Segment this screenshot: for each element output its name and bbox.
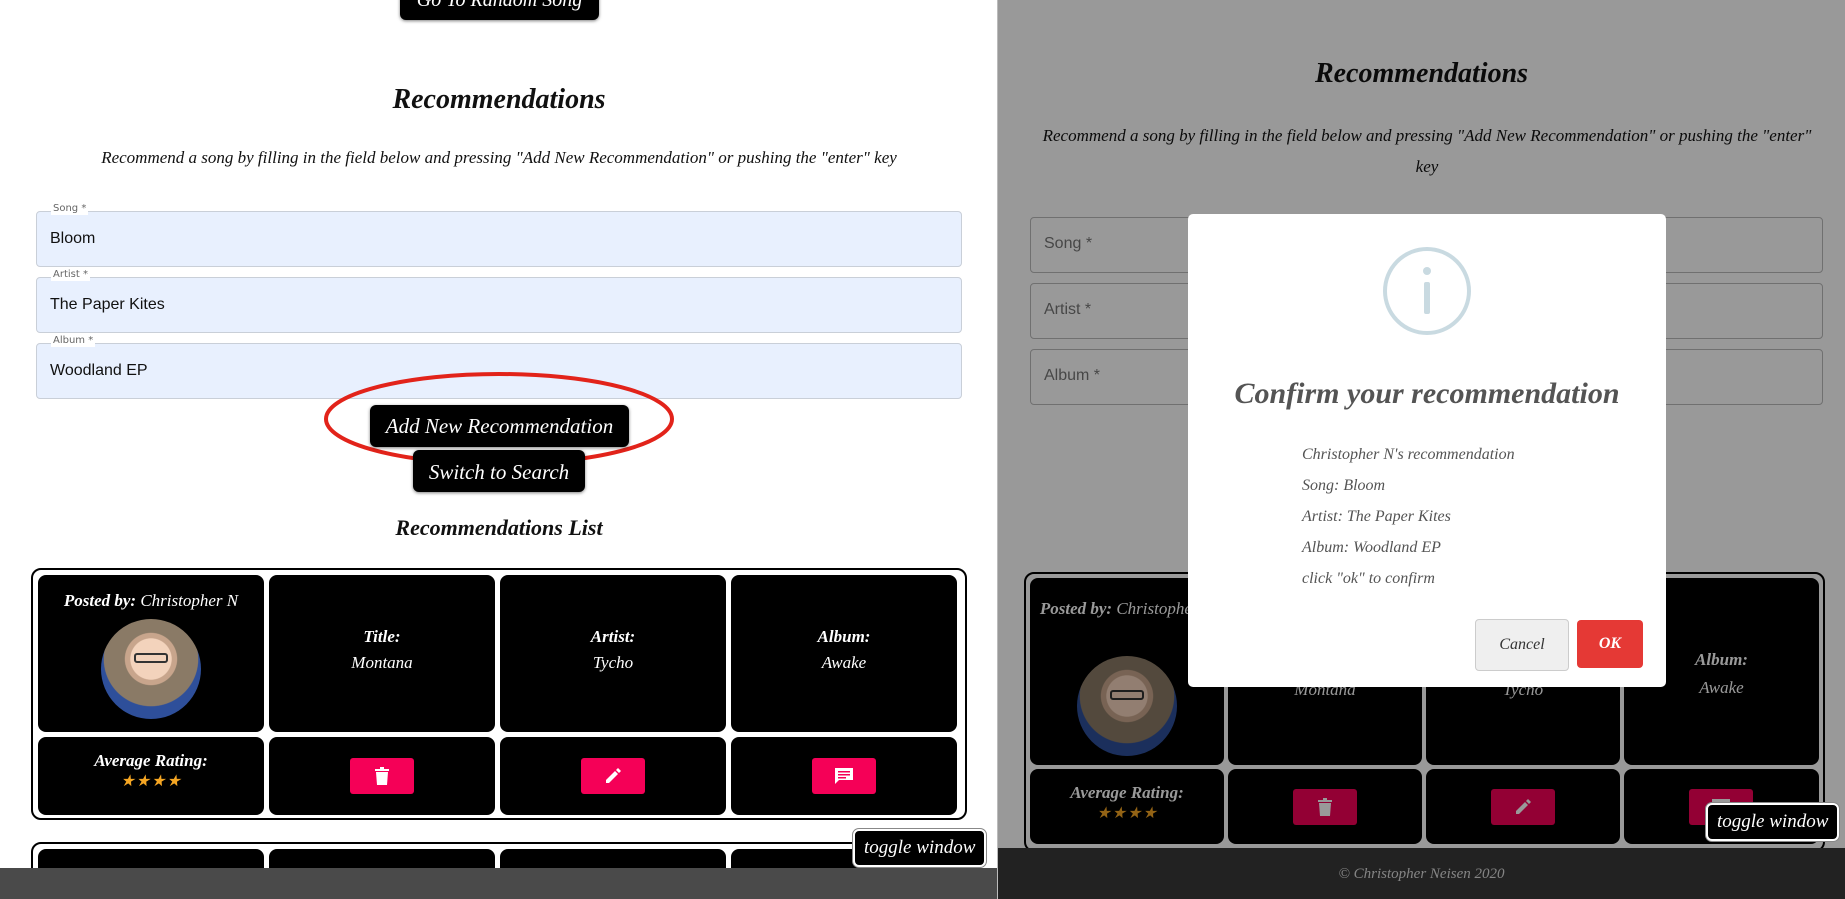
recommendation-card: Posted by: Christopher N Title: Montana … [31, 568, 967, 820]
rating-cell: Average Rating: ★★★★ [38, 737, 264, 815]
comment-icon [835, 768, 853, 784]
footer [0, 868, 997, 899]
artist-field[interactable]: Artist * The Paper Kites [36, 269, 962, 333]
rating-stars: ★★★★ [120, 773, 182, 790]
dialog-line-user: Christopher N's recommendation [1302, 446, 1515, 463]
dialog-body: Christopher N's recommendation Song: Blo… [1302, 439, 1515, 594]
song-field-label: Song * [51, 203, 89, 215]
trash-icon [375, 767, 389, 785]
artist-value: Tycho [592, 653, 634, 672]
avatar [101, 619, 201, 719]
album-cell: Album: Awake [731, 575, 957, 732]
comment-cell [731, 737, 957, 815]
edit-cell [500, 737, 726, 815]
left-window: Go To Random Song Recommendations Recomm… [0, 0, 998, 899]
list-title: Recommendations List [395, 515, 603, 540]
cancel-button[interactable]: Cancel [1475, 619, 1569, 671]
dialog-line-confirm: click "ok" to confirm [1302, 570, 1435, 587]
posted-by-cell: Posted by: Christopher N [38, 575, 264, 732]
song-field-value: Bloom [50, 230, 96, 247]
page-title: Recommendations [392, 84, 606, 115]
delete-cell [269, 737, 495, 815]
add-recommendation-button[interactable]: Add New Recommendation [370, 405, 629, 447]
title-value: Montana [351, 653, 413, 672]
posted-by-name: Christopher N [140, 591, 239, 610]
pencil-icon [606, 768, 621, 783]
artist-field-label: Artist * [51, 269, 90, 281]
posted-by-label: Posted by: [63, 591, 137, 610]
song-field[interactable]: Song * Bloom [36, 203, 962, 267]
right-window: Recommendations Recommend a song by fill… [998, 0, 1845, 899]
ok-button[interactable]: OK [1577, 620, 1643, 668]
rating-label: Average Rating: [94, 751, 208, 770]
artist-cell: Artist: Tycho [500, 575, 726, 732]
switch-to-search-button[interactable]: Switch to Search [413, 450, 585, 492]
dialog-line-song: Song: Bloom [1302, 477, 1386, 494]
album-field-label: Album * [51, 335, 96, 347]
title-label: Title: [363, 627, 401, 646]
edit-button[interactable] [581, 758, 645, 794]
confirm-dialog: Confirm your recommendation Christopher … [1188, 214, 1666, 687]
instructions-text: Recommend a song by filling in the field… [101, 148, 897, 167]
toggle-window-button[interactable]: toggle window [853, 829, 987, 867]
dialog-line-album: Album: Woodland EP [1302, 539, 1441, 556]
comment-button[interactable] [812, 758, 876, 794]
delete-button[interactable] [350, 758, 414, 794]
album-label: Album: [817, 627, 871, 646]
album-value: Awake [821, 653, 867, 672]
dialog-title: Confirm your recommendation [1234, 377, 1620, 410]
random-song-button[interactable]: Go To Random Song [400, 0, 599, 20]
info-icon [1383, 247, 1471, 335]
title-cell: Title: Montana [269, 575, 495, 732]
artist-field-value: The Paper Kites [50, 296, 165, 313]
album-field-value: Woodland EP [50, 362, 148, 379]
dialog-line-artist: Artist: The Paper Kites [1302, 508, 1451, 525]
toggle-window-button[interactable]: toggle window [1706, 803, 1840, 841]
artist-label: Artist: [590, 627, 636, 646]
